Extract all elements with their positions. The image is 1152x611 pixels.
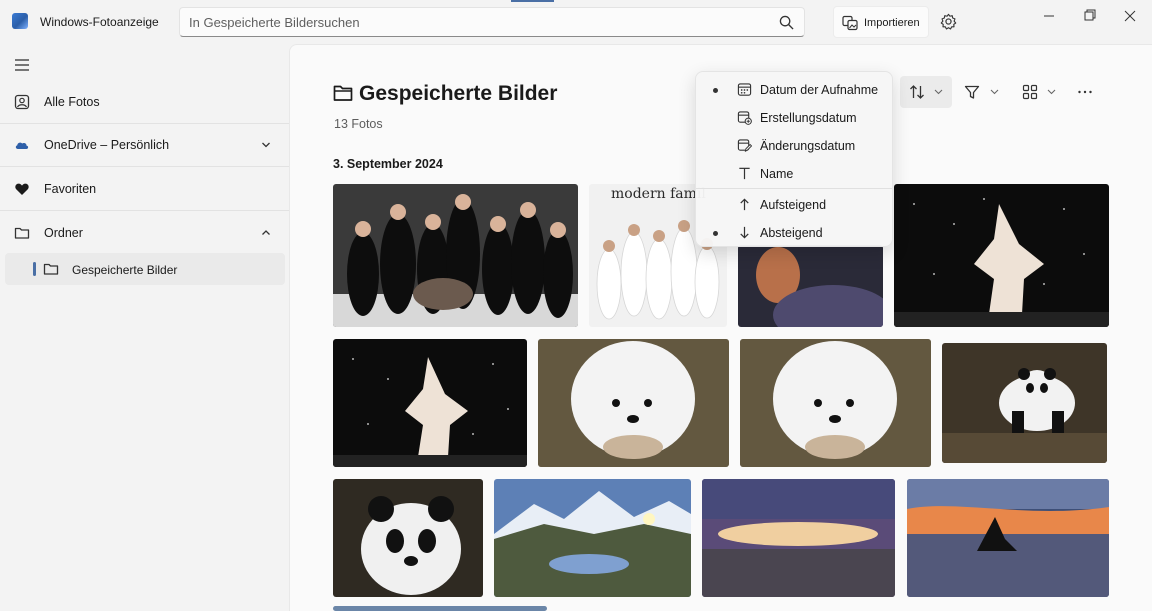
menu-separator: [696, 188, 892, 189]
photo-thumbnail[interactable]: [538, 339, 729, 467]
family-group-photo: [333, 184, 578, 327]
sort-option-date-taken[interactable]: Datum der Aufnahme: [700, 77, 888, 103]
more-options-button[interactable]: [1071, 76, 1099, 108]
sidebar-divider: [0, 166, 289, 167]
sidebar-item-favorites[interactable]: Favoriten: [0, 168, 289, 210]
sort-option-label: Absteigend: [760, 226, 823, 240]
arrow-up-icon: [740, 198, 749, 211]
portrait-photo: [738, 245, 883, 327]
chevron-down-icon[interactable]: [261, 140, 271, 150]
restore-icon[interactable]: [1075, 6, 1105, 26]
sort-option-created[interactable]: Erstellungsdatum: [700, 105, 888, 131]
white-dog-photo: [538, 339, 729, 467]
photo-thumbnail[interactable]: [333, 479, 483, 597]
search-icon[interactable]: [779, 15, 794, 30]
photo-thumbnail[interactable]: [894, 184, 1109, 327]
chevron-down-icon: [1047, 89, 1056, 95]
selection-indicator: [33, 262, 36, 276]
close-icon[interactable]: [1115, 6, 1145, 26]
sidebar-item-label: OneDrive – Persönlich: [44, 138, 170, 152]
stage-performer-photo: [894, 184, 1109, 327]
page-title: Gespeicherte Bilder: [359, 82, 558, 105]
chevron-down-icon: [934, 89, 943, 95]
folder-icon: [333, 85, 353, 101]
sort-icon: [910, 85, 924, 99]
filter-icon: [964, 85, 980, 99]
photo-thumbnail[interactable]: [333, 184, 578, 327]
heart-icon: [15, 183, 29, 195]
import-icon: [842, 15, 858, 31]
photo-thumbnail[interactable]: [942, 343, 1107, 463]
sidebar-item-saved-pictures[interactable]: Gespeicherte Bilder: [5, 253, 285, 285]
import-button[interactable]: Importieren: [833, 6, 929, 38]
sort-option-descending[interactable]: Absteigend: [700, 220, 888, 246]
stage-performer-photo: [333, 339, 527, 467]
mountain-lake-photo: [494, 479, 691, 597]
sort-option-label: Erstellungsdatum: [760, 111, 857, 125]
calendar-add-icon: [737, 111, 752, 125]
sidebar-item-label: Favoriten: [44, 182, 97, 196]
panda-closeup-photo: [333, 479, 483, 597]
sidebar-item-label: Alle Fotos: [44, 95, 100, 109]
calendar-icon: [737, 83, 752, 96]
sidebar-subitem-label: Gespeicherte Bilder: [72, 263, 178, 277]
text-icon: [739, 167, 750, 180]
search-input[interactable]: In Gespeicherte Bildersuchen: [179, 7, 805, 37]
more-icon: [1078, 90, 1092, 94]
panda-photo: [942, 343, 1107, 463]
filter-button[interactable]: [957, 76, 1005, 108]
minimize-icon[interactable]: [1034, 6, 1064, 26]
photo-thumbnail[interactable]: [333, 339, 527, 467]
photo-thumbnail[interactable]: [702, 479, 895, 597]
calendar-edit-icon: [737, 139, 752, 152]
import-label: Importieren: [864, 17, 920, 29]
view-icon: [1022, 84, 1038, 100]
sort-menu: Datum der Aufnahme Erstellungsdatum Ände…: [695, 71, 893, 247]
cloud-icon: [15, 142, 29, 149]
photo-thumbnail[interactable]: [494, 479, 691, 597]
sidebar-item-label: Ordner: [44, 226, 83, 240]
photo-thumbnail[interactable]: [333, 606, 547, 611]
chevron-down-icon: [990, 89, 999, 95]
photo-thumbnail[interactable]: [740, 339, 931, 467]
selected-indicator: [713, 231, 718, 236]
sunset-sea-rock-photo: [907, 479, 1109, 597]
tab-indicator: [511, 0, 554, 2]
sidebar-divider: [0, 210, 289, 211]
sort-option-ascending[interactable]: Aufsteigend: [700, 192, 888, 218]
title-bar: Windows-Fotoanzeige In Gespeicherte Bild…: [0, 0, 1152, 44]
sunset-landscape-photo: [702, 479, 895, 597]
folder-icon: [43, 263, 59, 275]
app-title: Windows-Fotoanzeige: [40, 15, 159, 29]
photos-app-icon: [12, 13, 28, 29]
photo-overlay-text: modern famil: [611, 186, 706, 202]
sort-option-label: Datum der Aufnahme: [760, 83, 879, 97]
selected-indicator: [713, 88, 718, 93]
sidebar-item-all-photos[interactable]: Alle Fotos: [0, 81, 289, 123]
chevron-up-icon[interactable]: [261, 228, 271, 238]
white-dog-photo: [740, 339, 931, 467]
sort-button[interactable]: [900, 76, 952, 108]
sort-option-modified[interactable]: Änderungsdatum: [700, 133, 888, 159]
search-placeholder: In Gespeicherte Bildersuchen: [189, 15, 360, 30]
view-options-button[interactable]: [1013, 76, 1063, 108]
sort-option-label: Aufsteigend: [760, 198, 827, 212]
photos-icon: [14, 94, 30, 110]
photo-thumbnail[interactable]: [738, 245, 883, 327]
sort-option-label: Änderungsdatum: [760, 139, 856, 153]
sort-option-name[interactable]: Name: [700, 161, 888, 187]
hamburger-menu-icon[interactable]: [14, 58, 30, 72]
folder-icon: [14, 227, 30, 239]
sidebar-item-folders[interactable]: Ordner: [0, 212, 289, 254]
photo-count: 13 Fotos: [334, 117, 383, 131]
sort-option-label: Name: [760, 167, 794, 181]
photo-thumbnail[interactable]: [907, 479, 1109, 597]
date-group-heading: 3. September 2024: [333, 157, 443, 171]
arrow-down-icon: [740, 226, 749, 239]
gear-icon[interactable]: [940, 13, 957, 30]
sidebar-item-onedrive[interactable]: OneDrive – Persönlich: [0, 124, 289, 166]
